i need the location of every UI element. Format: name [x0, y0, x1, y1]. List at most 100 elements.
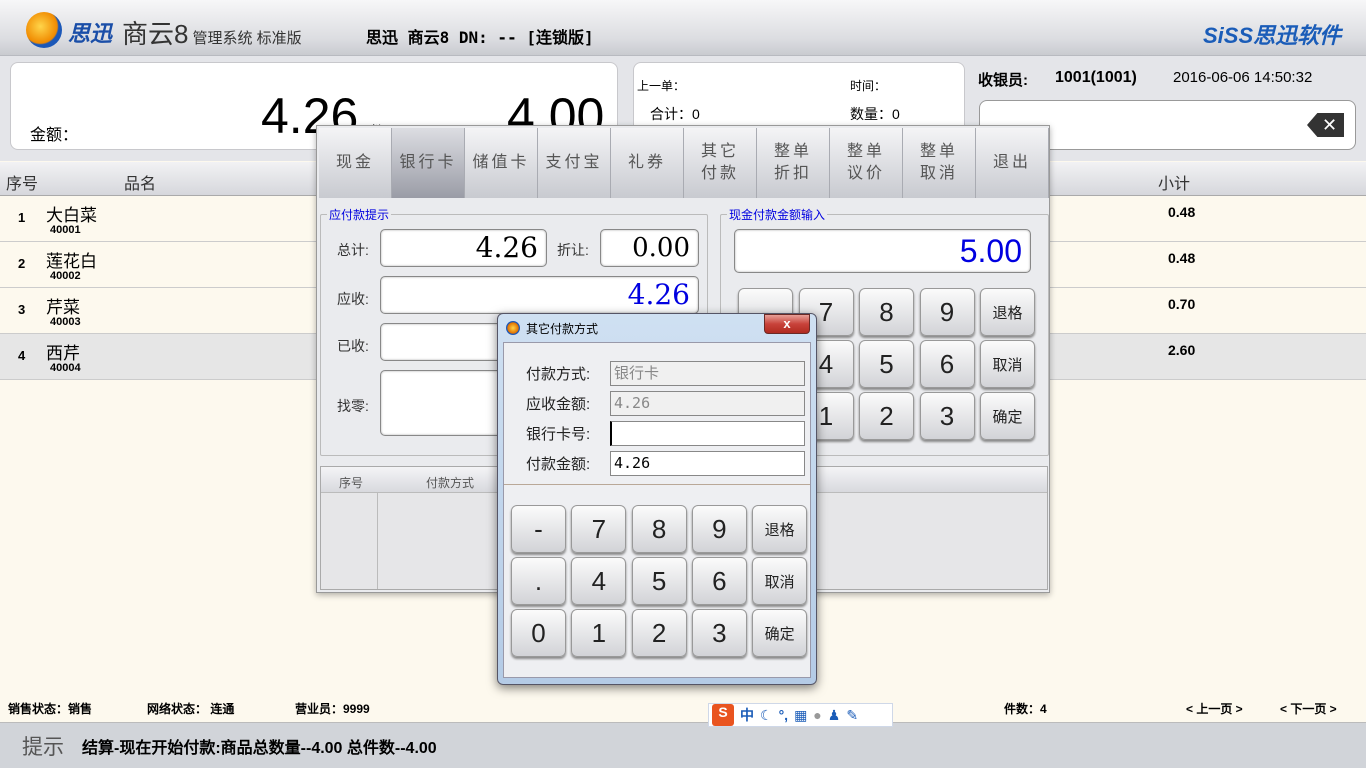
dialog-logo-icon	[506, 321, 520, 335]
time-label: 时间：	[850, 79, 887, 93]
amount-label: 金额：	[30, 127, 79, 144]
moon-icon[interactable]: ☾	[760, 707, 773, 724]
total-label: 总计:	[337, 242, 369, 258]
keypad-key[interactable]: 2	[859, 392, 914, 440]
cash-input-legend: 现金付款金额输入	[729, 208, 826, 222]
window-title: 思迅 商云8 DN: -- [连锁版]	[366, 28, 594, 47]
company-logo: SiSS思迅软件	[1203, 23, 1342, 48]
keypad-key[interactable]: 0	[511, 609, 566, 657]
keypad-key[interactable]: 2	[631, 609, 687, 657]
row-no: 1	[18, 210, 26, 225]
item-count: 件数：4	[1004, 702, 1047, 716]
row-name: 芹菜	[46, 298, 80, 317]
dialog-separator	[504, 484, 810, 485]
field-label: 付款方式:	[526, 366, 591, 383]
change-label: 找零:	[337, 398, 369, 414]
wrench-icon[interactable]: ✎	[846, 707, 858, 724]
cashier-id: 1001(1001)	[1055, 69, 1137, 86]
toolbar-button[interactable]: 支付宝	[538, 128, 611, 198]
row-code: 40004	[50, 362, 81, 374]
dialog-body: 付款方式: 银行卡 应收金额: 4.26 银行卡号: 付款金额: 4.26 -7 8 9 退格. 4…	[503, 342, 811, 678]
dialog-field-input[interactable]: 4.26	[610, 451, 805, 476]
toolbar-button[interactable]: 现金	[319, 128, 392, 198]
row-code: 40002	[50, 270, 81, 282]
row-code: 40003	[50, 316, 81, 328]
tip-label: 提示	[22, 736, 64, 759]
keypad-key[interactable]: 8	[631, 505, 687, 553]
keypad-key[interactable]: 9	[919, 288, 975, 336]
col-name: 品名	[124, 176, 157, 193]
last-qty: 数量：0	[850, 106, 900, 122]
sale-status: 销售状态：销售	[8, 702, 93, 716]
toolbar-button[interactable]: 整单 折扣	[757, 128, 830, 198]
toolbar-button[interactable]: 储值卡	[465, 128, 538, 198]
keypad-key[interactable]: 取消	[980, 340, 1035, 388]
toolbar-button[interactable]: 其它 付款	[684, 128, 757, 198]
keypad-key[interactable]: .	[511, 557, 566, 605]
brand-name: 思迅	[68, 21, 113, 46]
row-no: 2	[18, 256, 26, 271]
keypad-key[interactable]: 5	[859, 340, 914, 388]
ime-mode[interactable]: 中	[740, 705, 754, 725]
shirt-icon[interactable]: ♟	[828, 707, 841, 724]
payment-hint-legend: 应付款提示	[329, 208, 390, 222]
list-divider	[377, 493, 378, 589]
toolbar-button[interactable]: 整单 取消	[903, 128, 976, 198]
toolbar-button[interactable]: 退出	[976, 128, 1049, 198]
row-code: 40001	[50, 224, 81, 236]
keypad-key[interactable]: -	[511, 505, 566, 553]
keypad-key[interactable]: 8	[859, 288, 914, 336]
discount-field: 0.00	[600, 229, 699, 267]
total-field: 4.26	[380, 229, 547, 267]
keypad-key[interactable]: 6	[691, 557, 747, 605]
ime-toolbar[interactable]: S 中 ☾ °, ▦ ● ♟ ✎	[708, 703, 893, 727]
keypad-key[interactable]: 确定	[752, 609, 808, 657]
toolbar-button[interactable]: 银行卡	[392, 128, 465, 198]
user-icon[interactable]: ●	[813, 707, 821, 723]
logo-icon	[26, 12, 62, 48]
keypad-key[interactable]: 4	[571, 557, 627, 605]
backspace-icon[interactable]: ✕	[1307, 113, 1344, 137]
row-name: 西芹	[46, 344, 80, 363]
prev-page-button[interactable]: < 上一页 >	[1186, 700, 1243, 717]
keypad-key[interactable]: 退格	[752, 505, 808, 553]
toolbar-button[interactable]: 整单 议价	[830, 128, 903, 198]
toolbar-button[interactable]: 礼券	[611, 128, 684, 198]
product-name: 商云8 管理系统 标准版	[122, 14, 302, 51]
dialog-field-input: 4.26	[610, 391, 805, 416]
list-col-method: 付款方式	[426, 476, 475, 490]
keyboard-icon[interactable]: ▦	[794, 707, 807, 724]
clerk: 营业员：9999	[295, 702, 370, 716]
col-no: 序号	[6, 176, 39, 193]
close-button[interactable]: x	[764, 314, 810, 334]
keypad-key[interactable]: 6	[919, 340, 975, 388]
keypad-key[interactable]: 确定	[980, 392, 1035, 440]
dialog-field-input[interactable]	[610, 421, 805, 446]
received-label: 已收:	[337, 338, 369, 354]
other-payment-dialog: 其它付款方式 x 付款方式: 银行卡 应收金额: 4.26 银行卡号: 付款金额: 4.26…	[497, 313, 817, 685]
network-status: 网络状态： 连通	[147, 702, 235, 716]
row-name: 莲花白	[46, 252, 97, 271]
datetime: 2016-06-06 14:50:32	[1173, 69, 1313, 86]
last-order-label: 上一单：	[637, 79, 686, 93]
keypad-key[interactable]: 9	[691, 505, 747, 553]
dialog-title: 其它付款方式	[526, 322, 599, 336]
keypad-key[interactable]: 1	[571, 609, 627, 657]
cash-amount-input[interactable]: 5.00	[734, 229, 1031, 273]
keypad-key[interactable]: 3	[691, 609, 747, 657]
keypad-key[interactable]: 5	[631, 557, 687, 605]
row-no: 4	[18, 348, 26, 363]
discount-label: 折让:	[557, 242, 589, 258]
punctuation-icon[interactable]: °,	[779, 707, 789, 723]
next-page-button[interactable]: < 下一页 >	[1280, 700, 1337, 717]
sogou-icon[interactable]: S	[712, 704, 734, 726]
tip-text: 结算-现在开始付款:商品总数量--4.00 总件数--4.00	[82, 740, 437, 757]
list-col-no: 序号	[339, 476, 364, 490]
row-subtotal: 2.60	[1168, 342, 1196, 358]
cashier-label: 收银员:	[978, 72, 1028, 89]
field-label: 银行卡号:	[526, 426, 591, 443]
keypad-key[interactable]: 取消	[752, 557, 808, 605]
keypad-key[interactable]: 7	[571, 505, 627, 553]
keypad-key[interactable]: 3	[919, 392, 975, 440]
keypad-key[interactable]: 退格	[980, 288, 1035, 336]
